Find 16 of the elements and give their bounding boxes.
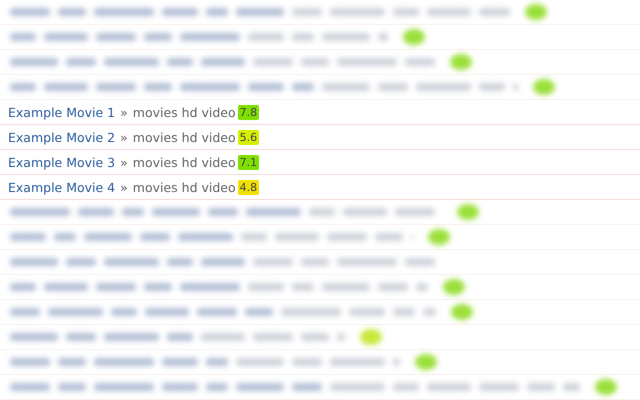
- category-text: movies hd video: [132, 104, 236, 120]
- rating-badge: 7.1: [238, 154, 260, 170]
- breadcrumb-separator: »: [120, 154, 128, 170]
- category-text: movies hd video: [132, 154, 236, 170]
- rating-badge: 7.8: [238, 104, 260, 120]
- breadcrumb-separator: »: [120, 104, 128, 120]
- breadcrumb-separator: »: [120, 180, 128, 194]
- movie-title-link[interactable]: Example Movie 1: [8, 104, 116, 120]
- movie-title-link[interactable]: Example Movie 2: [8, 130, 116, 144]
- rating-badge: 4.8: [238, 180, 260, 194]
- category-text: movies hd video: [132, 130, 236, 144]
- rating-badge: 5.6: [238, 130, 260, 144]
- category-text: movies hd video: [132, 180, 236, 194]
- breadcrumb-separator: »: [120, 130, 128, 144]
- movie-title-link[interactable]: Example Movie 4: [8, 180, 116, 194]
- movie-title-link[interactable]: Example Movie 3: [8, 154, 116, 170]
